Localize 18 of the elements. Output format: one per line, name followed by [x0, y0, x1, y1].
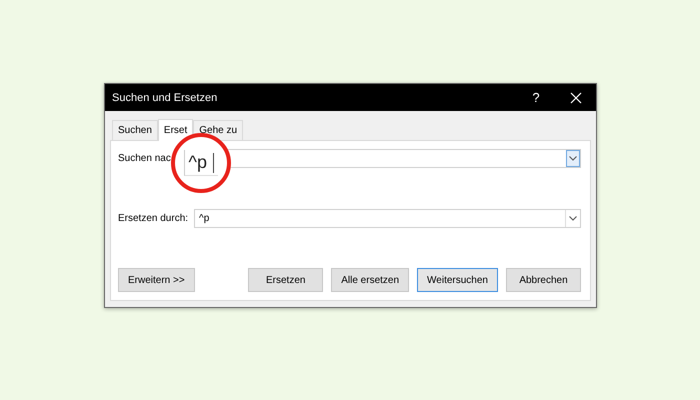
replace-field[interactable]: ^p: [194, 209, 581, 228]
tab[interactable]: Suchen: [112, 120, 158, 140]
help-button[interactable]: ?: [516, 84, 556, 111]
replace-value: ^p: [198, 213, 210, 224]
tab[interactable]: Erset: [158, 119, 194, 141]
dialog-button[interactable]: Erweitern >>: [118, 268, 195, 292]
dialog-button[interactable]: Alle ersetzen: [331, 268, 410, 292]
dropdown-button[interactable]: [566, 150, 580, 167]
find-label: Suchen nac: [118, 153, 168, 164]
chevron-down-icon: [569, 216, 577, 221]
window-title: Suchen und Ersetzen: [112, 92, 218, 104]
replace-label: Ersetzen durch:: [118, 213, 188, 224]
magnified-text: ^p: [184, 150, 218, 176]
chevron-down-icon: [569, 156, 577, 161]
close-icon: [570, 92, 582, 104]
dialog-button[interactable]: Abbrechen: [506, 268, 581, 292]
dialog-button[interactable]: Ersetzen: [248, 268, 324, 292]
dialog-button[interactable]: Weitersuchen: [417, 268, 498, 292]
